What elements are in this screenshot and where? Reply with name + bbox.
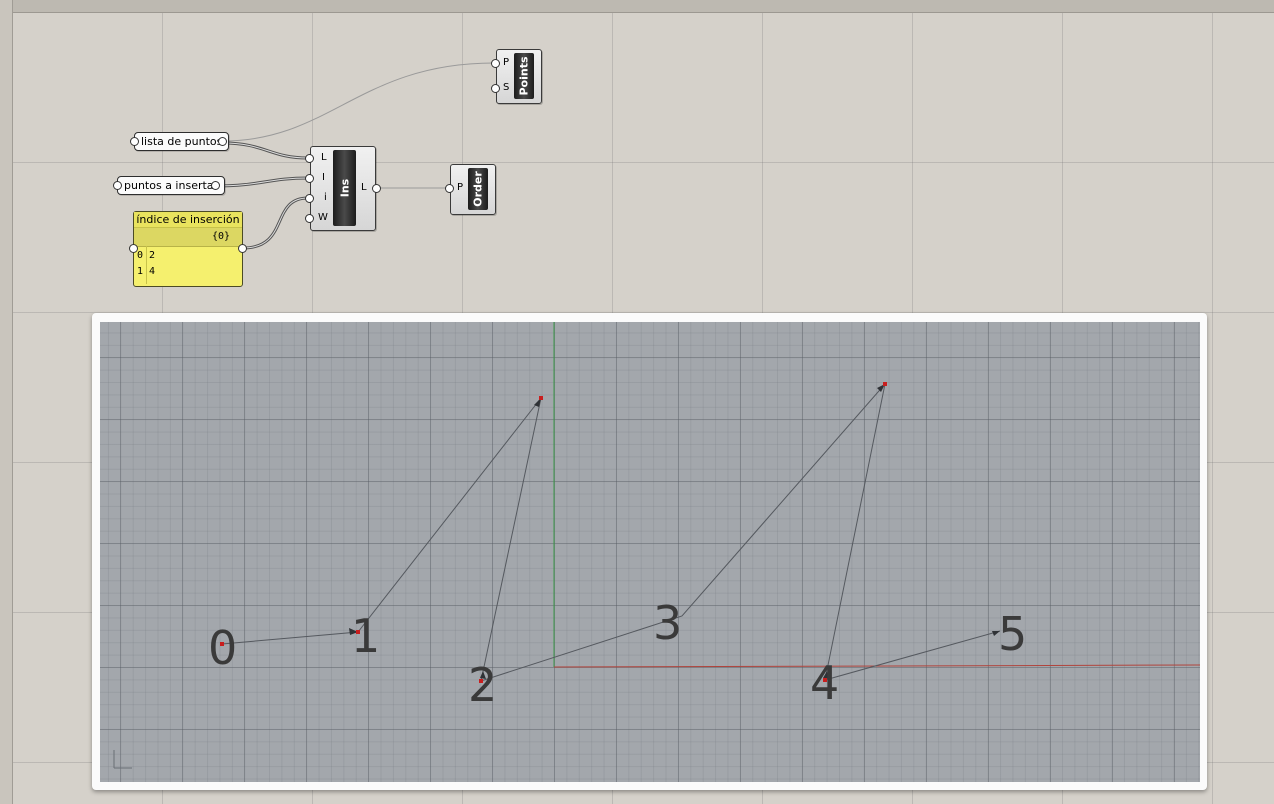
panel-row: 1 4 [134,265,242,279]
puntos-a-insertar-label: puntos a insertar [124,179,219,192]
ins-output-grip[interactable] [372,184,381,193]
rhino-viewport[interactable]: 0 1 2 3 4 5 [100,322,1200,782]
ins-input-I: I [322,172,325,183]
panel-branch-path: {0} [211,231,230,242]
point-label: 1 [351,609,380,663]
order-component-name: Order [471,171,485,207]
puntos-a-insertar-param[interactable]: puntos a insertar [117,176,226,195]
point-label: 2 [468,658,497,712]
ins-grip-I[interactable] [305,174,314,183]
panel-branch-header: {0} [134,228,242,247]
panel-title: índice de inserción [134,212,242,228]
point-label: 4 [810,656,839,710]
point-label: 3 [653,596,682,650]
panel-row-value: 2 [149,250,156,261]
points-grip-S[interactable] [491,84,500,93]
ins-input-i: i [324,192,327,203]
axis-widget-icon [113,750,132,769]
points-name-bar: Points [514,53,534,99]
panel-row-index: 1 [137,266,144,277]
viewport-geometry: 0 1 2 3 4 5 [113,322,1200,769]
point-label: 5 [998,607,1027,661]
panel-row: 0 2 [134,249,242,263]
ins-component-name: Ins [338,178,351,198]
order-component[interactable]: P Order [450,164,496,215]
panel-input-grip[interactable] [129,244,138,253]
points-component-name: Points [517,56,531,96]
point-marker [539,396,543,400]
order-input-P: P [457,182,464,193]
order-grip-P[interactable] [445,184,454,193]
ordered-polyline [221,382,1001,682]
points-grip-P[interactable] [491,59,500,68]
point-marker [883,382,887,386]
insert-items-component[interactable]: L I i W Ins L [310,146,376,231]
ins-input-L: L [321,152,327,163]
lista-de-puntos-output-grip[interactable] [218,137,227,146]
ins-grip-i[interactable] [305,194,314,203]
indice-de-insercion-panel[interactable]: índice de inserción {0} 0 2 1 4 [133,211,243,287]
ins-input-W: W [318,212,328,223]
lista-de-puntos-label: lista de puntos [141,135,223,148]
wire-panel-to-ins [242,196,309,250]
ins-grip-W[interactable] [305,214,314,223]
ins-grip-L[interactable] [305,154,314,163]
grasshopper-canvas[interactable]: lista de puntos puntos a insertar índice… [0,0,1274,804]
ins-name-bar: Ins [333,150,356,226]
puntos-a-insertar-output-grip[interactable] [211,181,220,190]
panel-output-grip[interactable] [238,244,247,253]
points-input-P: P [503,57,510,68]
order-name-bar: Order [468,168,488,210]
point-label: 0 [208,621,237,675]
puntos-a-insertar-input-grip[interactable] [113,181,122,190]
ins-output-L: L [361,182,367,193]
panel-row-index: 0 [137,250,144,261]
points-component[interactable]: P S Points [496,49,542,104]
panel-row-value: 4 [149,266,156,277]
lista-de-puntos-input-grip[interactable] [130,137,139,146]
wire-lista-to-points [222,62,495,142]
lista-de-puntos-param[interactable]: lista de puntos [134,132,230,151]
points-input-S: S [503,82,510,93]
